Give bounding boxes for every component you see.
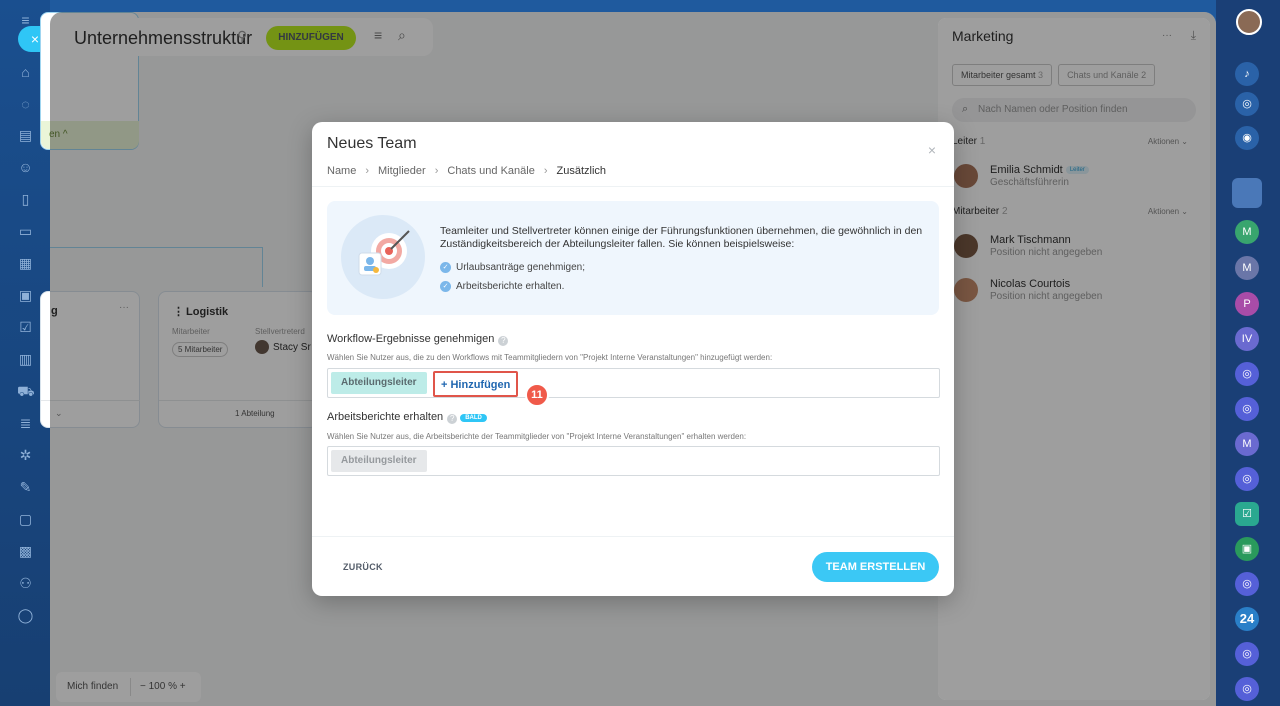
contacts-icon[interactable]: ☺ (17, 159, 34, 176)
dim-overlay (938, 18, 1210, 700)
step-name[interactable]: Name (327, 165, 356, 177)
step-number-badge: 11 (525, 383, 549, 407)
step-members[interactable]: Mitglieder (378, 165, 426, 177)
settings-icon[interactable]: ✲ (17, 447, 34, 464)
info-box: Teamleiter und Stellvertreter können ein… (327, 201, 939, 315)
filter-icon[interactable]: ≣ (17, 415, 34, 432)
feed-icon[interactable]: ◌ (17, 96, 34, 113)
drive-icon[interactable]: ▭ (17, 223, 34, 240)
workflow-description: Wählen Sie Nutzer aus, die zu den Workfl… (327, 353, 773, 362)
user-avatar[interactable] (1236, 9, 1262, 35)
chevron-right-icon: › (434, 165, 439, 177)
shop-icon[interactable]: ⛟ (17, 383, 35, 400)
right-sidebar: ♪ ◎ ◉ M M P IV ◎ ◎ M ◎ ☑ ▣ ◎ 24 ◎ ◎ (1216, 0, 1280, 706)
help-icon[interactable]: ◯ (17, 607, 34, 624)
sign-icon[interactable]: ✎ (17, 479, 34, 496)
analytics-icon[interactable]: ▥ (17, 351, 34, 368)
channel-icon[interactable]: ◎ (1235, 397, 1259, 421)
check-icon: ✓ (440, 281, 451, 292)
chevron-right-icon: › (543, 165, 548, 177)
contact-avatar[interactable]: M (1235, 256, 1259, 280)
channel-icon[interactable]: ◎ (1235, 467, 1259, 491)
sites-icon[interactable]: ▦ (17, 255, 34, 272)
help-icon[interactable]: ? (447, 414, 458, 424)
info-item: ✓ Urlaubsanträge genehmigen; (440, 262, 585, 273)
copilot-icon[interactable]: ◎ (1235, 92, 1259, 116)
chevron-right-icon: › (365, 165, 370, 177)
check-icon: ✓ (440, 262, 451, 273)
contact-avatar[interactable]: M (1235, 220, 1259, 244)
selected-chip[interactable]: Abteilungsleiter (331, 372, 427, 394)
reports-section-title: Arbeitsberichte erhalten? BALD (327, 411, 487, 424)
contact-avatar[interactable]: IV (1235, 327, 1259, 351)
calendar-icon[interactable]: ▣ (17, 287, 34, 304)
create-team-button[interactable]: TEAM ERSTELLEN (812, 552, 939, 582)
channel-icon[interactable]: ◎ (1235, 572, 1259, 596)
selected-chip: Abteilungsleiter (331, 450, 427, 472)
channel-icon[interactable]: ◎ (1235, 362, 1259, 386)
reports-description: Wählen Sie Nutzer aus, die Arbeitsberich… (327, 432, 747, 441)
channel-icon[interactable]: ◎ (1235, 677, 1259, 701)
section-title-text: Workflow-Ergebnisse genehmigen (327, 333, 495, 345)
info-item: ✓ Arbeitsberichte erhalten. (440, 281, 564, 292)
info-item-text: Urlaubsanträge genehmigen; (456, 262, 585, 273)
dialog-body: Teamleiter und Stellvertreter können ein… (312, 186, 954, 536)
notifications-icon[interactable]: ♪ (1235, 62, 1259, 86)
target-illustration (341, 215, 425, 299)
section-title-text: Arbeitsberichte erhalten (327, 411, 444, 423)
step-additional[interactable]: Zusätzlich (557, 165, 607, 177)
workflow-section-title: Workflow-Ergebnisse genehmigen? (327, 333, 509, 346)
soon-badge: BALD (460, 414, 487, 422)
channel-icon[interactable]: ◎ (1235, 642, 1259, 666)
help-icon[interactable]: ? (498, 336, 509, 346)
lock-icon[interactable]: ▣ (1235, 537, 1259, 561)
breadcrumb: Name › Mitglieder › Chats und Kanäle › Z… (327, 165, 606, 177)
dialog-footer: ZURÜCK TEAM ERSTELLEN (312, 536, 954, 596)
box-icon[interactable]: ▢ (17, 511, 34, 528)
task-icon[interactable]: ☑ (1235, 502, 1259, 526)
reports-user-selector: Abteilungsleiter (327, 446, 940, 476)
counter-badge[interactable]: 24 (1235, 607, 1259, 631)
step-chats[interactable]: Chats und Kanäle (447, 165, 534, 177)
checklist-icon[interactable]: ☑ (17, 319, 34, 336)
org-icon[interactable]: ▩ (17, 543, 34, 560)
info-item-text: Arbeitsberichte erhalten. (456, 281, 565, 292)
contact-avatar[interactable] (1232, 178, 1262, 208)
tasks-icon[interactable]: ▤ (17, 127, 34, 144)
back-button[interactable]: ZURÜCK (343, 562, 383, 572)
info-text: Teamleiter und Stellvertreter können ein… (440, 225, 923, 250)
dialog-title: Neues Team (327, 135, 417, 152)
contact-avatar[interactable]: M (1235, 432, 1259, 456)
add-user-link[interactable]: + Hinzufügen (433, 371, 519, 397)
new-team-dialog: Neues Team × Name › Mitglieder › Chats u… (312, 122, 954, 596)
team-icon[interactable]: ⚇ (17, 575, 34, 592)
home-icon[interactable]: ⌂ (17, 64, 34, 81)
contact-avatar[interactable]: P (1235, 292, 1259, 316)
close-icon[interactable]: × (928, 142, 936, 158)
chat-icon[interactable]: ◉ (1235, 126, 1259, 150)
workflow-user-selector[interactable]: Abteilungsleiter + Hinzufügen 11 (327, 368, 940, 407)
documents-icon[interactable]: ▯ (17, 191, 34, 208)
